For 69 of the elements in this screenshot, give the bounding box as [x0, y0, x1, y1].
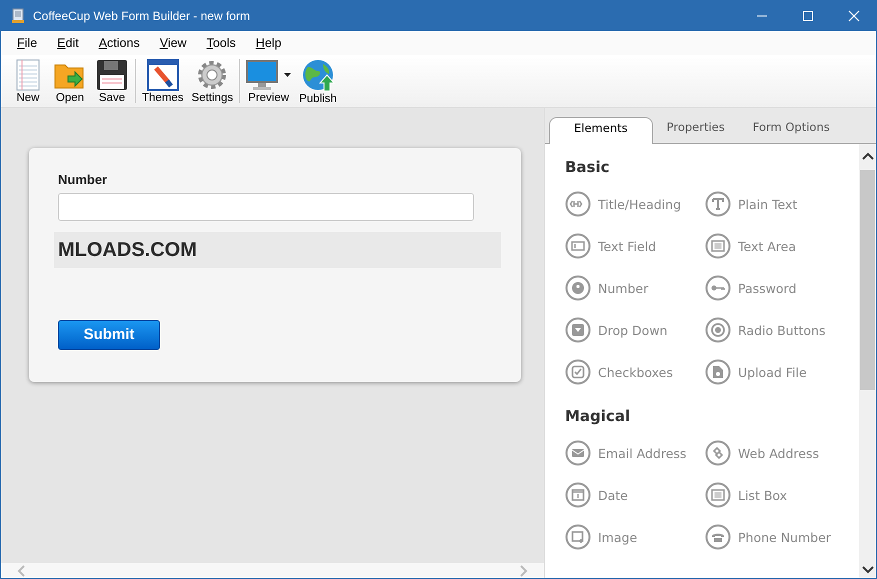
element-item[interactable]: Checkboxes	[565, 359, 705, 385]
menu-item[interactable]: Help	[246, 36, 292, 50]
scroll-up-icon[interactable]	[862, 152, 874, 160]
element-item[interactable]: Text Area	[705, 233, 855, 259]
element-item[interactable]: Title/Heading	[565, 191, 705, 217]
element-item[interactable]: Text Field	[565, 233, 705, 259]
window-title: CoffeeCup Web Form Builder - new form	[33, 8, 250, 22]
settings-icon	[196, 58, 228, 90]
dropdown-icon	[565, 317, 591, 343]
toolbar-button[interactable]: Settings	[188, 58, 238, 104]
element-item[interactable]: Image	[565, 524, 705, 550]
toolbar-button[interactable]: Themes	[138, 58, 188, 104]
field-label: Number	[58, 172, 108, 187]
notepad-icon	[14, 58, 42, 90]
envelope-icon	[565, 440, 591, 466]
menu-item[interactable]: View	[150, 36, 197, 50]
link-icon	[705, 440, 731, 466]
heading-icon	[565, 191, 591, 217]
toolbar-button[interactable]: Open	[49, 58, 91, 104]
menu-item[interactable]: Edit	[47, 36, 89, 50]
number-input-field[interactable]	[58, 193, 474, 222]
phone-icon	[705, 524, 731, 550]
toolbar-button[interactable]: Preview	[242, 58, 296, 104]
element-item[interactable]: Number	[565, 275, 705, 301]
monitor-icon	[246, 58, 278, 90]
element-item[interactable]: Plain Text	[705, 191, 855, 217]
scrollbar-thumb[interactable]	[860, 170, 875, 390]
menu-item[interactable]: File	[7, 36, 48, 50]
caret-icon[interactable]	[284, 72, 292, 76]
element-item[interactable]: Phone Number	[705, 524, 855, 550]
element-item[interactable]: Radio Buttons	[705, 317, 855, 343]
heading-block[interactable]: MLOADS.COM	[54, 232, 501, 268]
radio-icon	[705, 317, 731, 343]
form-heading: MLOADS.COM	[58, 238, 197, 262]
menu-item[interactable]: Tools	[196, 36, 246, 50]
checkbox-icon	[565, 359, 591, 385]
menu-item[interactable]: Actions	[88, 36, 150, 50]
toolbar-button[interactable]: Save	[91, 58, 133, 104]
plain-text-icon	[705, 191, 731, 217]
element-item[interactable]: Password	[705, 275, 855, 301]
element-item[interactable]: Drop Down	[565, 317, 705, 343]
panel-tab[interactable]: Properties	[652, 117, 739, 143]
section-heading: Basic	[565, 158, 611, 176]
paintbrush-window-icon	[146, 58, 179, 90]
text-area-icon	[705, 233, 731, 259]
element-item[interactable]: Date	[565, 482, 705, 508]
element-item[interactable]: Upload File	[705, 359, 855, 385]
element-item[interactable]: Web Address	[705, 440, 855, 466]
submit-button[interactable]: Submit	[58, 320, 160, 350]
element-item[interactable]: Email Address	[565, 440, 705, 466]
list-icon	[705, 482, 731, 508]
panel-tab[interactable]: Form Options	[738, 117, 844, 143]
text-field-icon	[565, 233, 591, 259]
element-item[interactable]: List Box	[705, 482, 855, 508]
maximize-icon[interactable]	[802, 10, 814, 22]
vertical-scrollbar[interactable]	[859, 144, 876, 578]
toolbar-button[interactable]: Publish	[295, 58, 341, 104]
section-heading: Magical	[565, 407, 632, 425]
file-icon	[705, 359, 731, 385]
number-icon	[565, 275, 591, 301]
panel-tab[interactable]: Elements	[549, 117, 653, 144]
toolbar-button[interactable]: New	[7, 58, 49, 104]
app-icon	[11, 8, 25, 24]
calendar-icon	[565, 482, 591, 508]
globe-icon	[300, 58, 335, 92]
key-icon	[705, 275, 731, 301]
scroll-down-icon[interactable]	[862, 566, 874, 574]
image-icon	[565, 524, 591, 550]
close-icon[interactable]	[848, 10, 860, 22]
